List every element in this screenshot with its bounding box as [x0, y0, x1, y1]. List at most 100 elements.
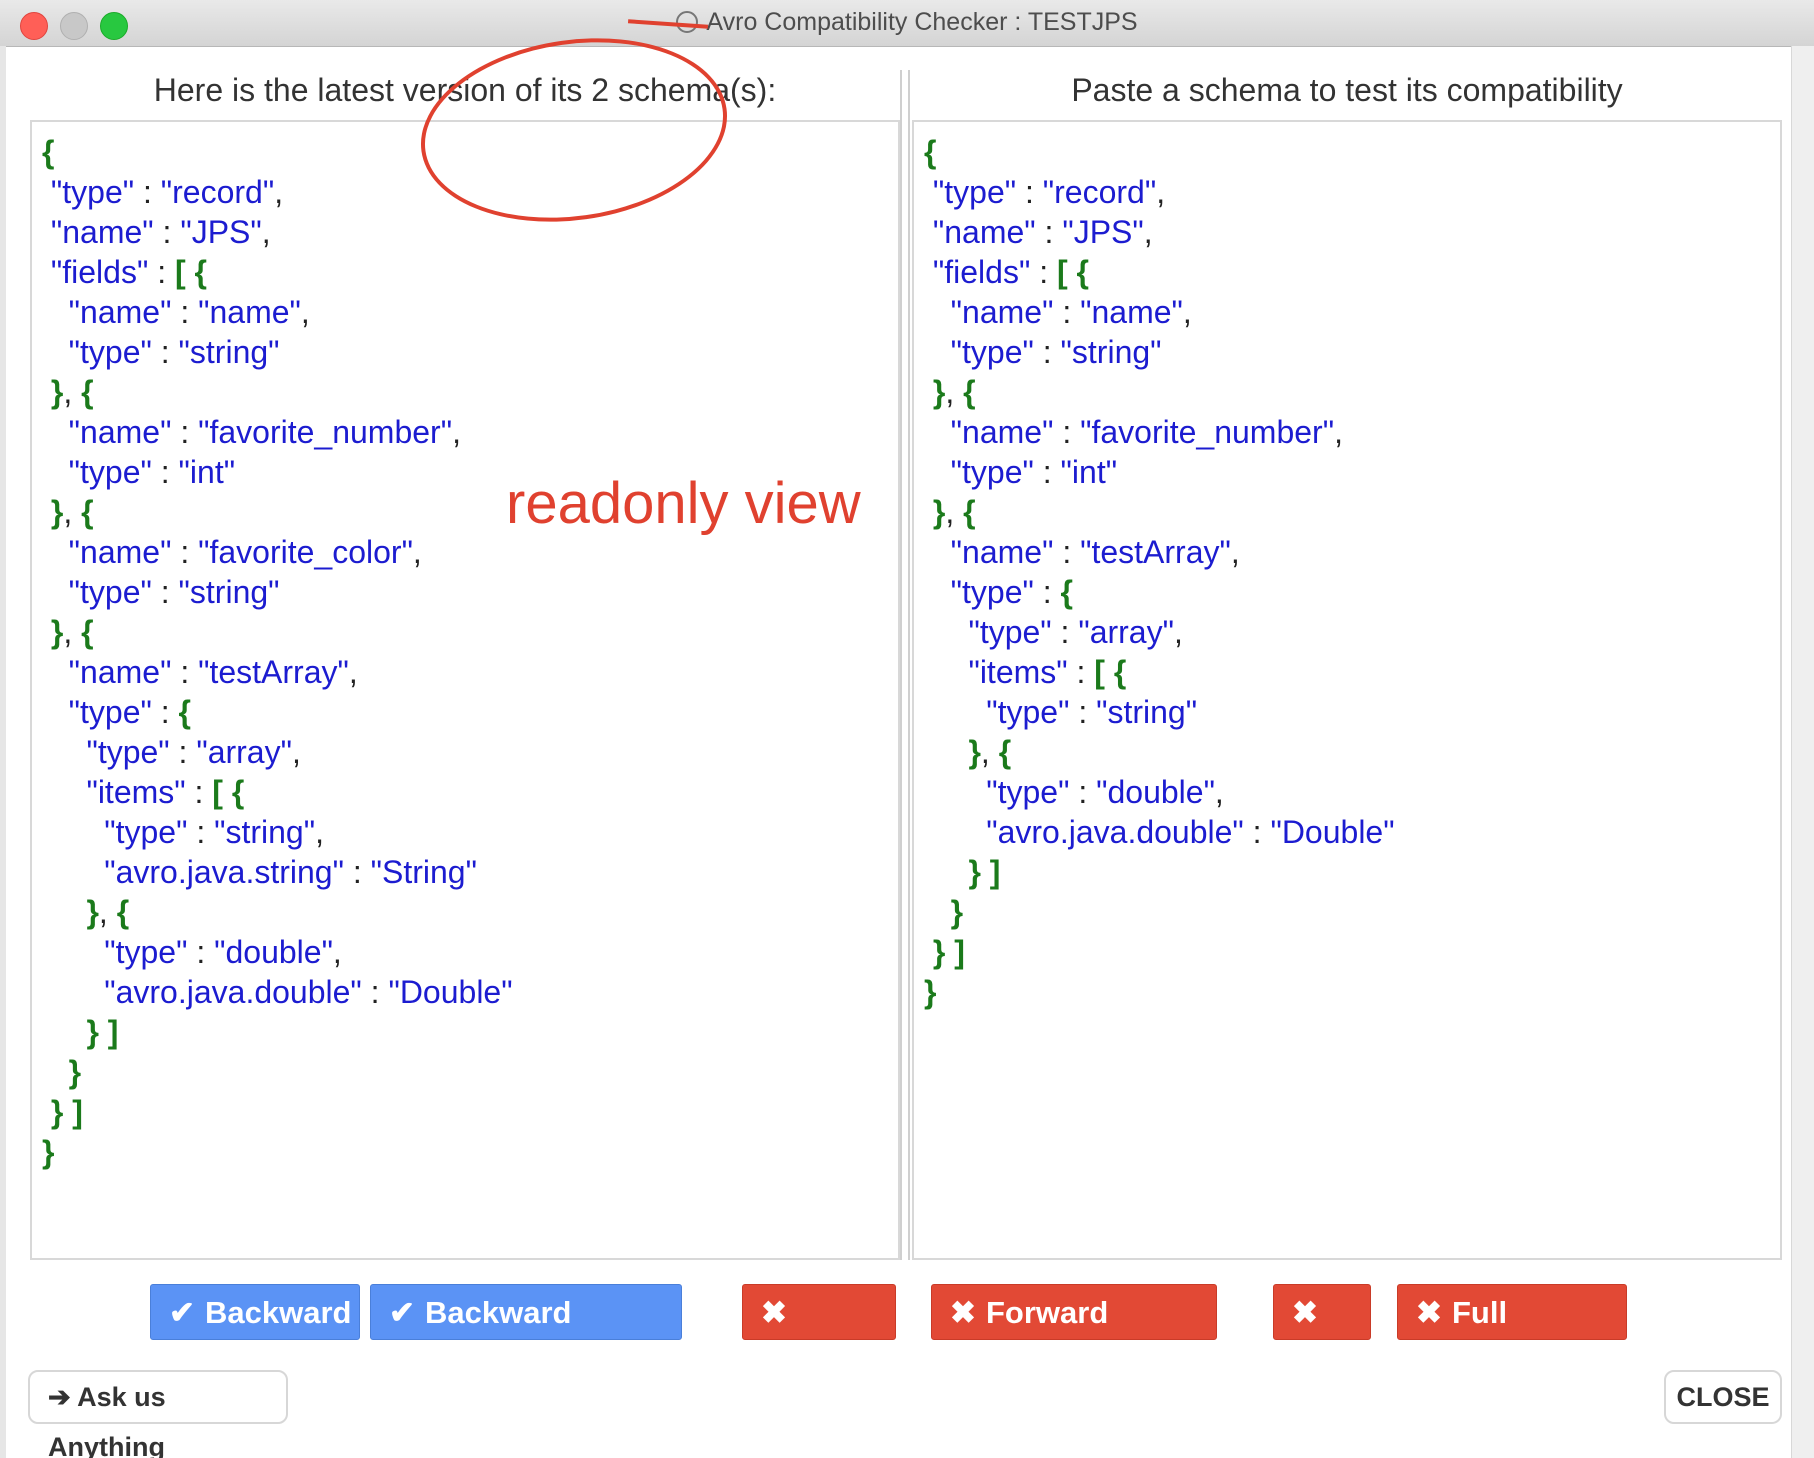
code-line: "type" : "double",	[924, 772, 1395, 812]
code-line: "type" : "array",	[924, 612, 1395, 652]
code-token: "type"	[50, 174, 135, 210]
code-line: }	[42, 1052, 513, 1092]
code-token: "name"	[198, 294, 301, 330]
code-token: :	[1033, 574, 1061, 610]
code-line: "name" : "JPS",	[924, 212, 1395, 252]
code-token: {	[1060, 574, 1073, 610]
code-token: }	[86, 894, 99, 930]
code-line: "name" : "JPS",	[42, 212, 513, 252]
code-token: "record"	[1042, 174, 1157, 210]
code-token: :	[171, 534, 199, 570]
window-title-wrap: Avro Compatibility Checker : TESTJPS	[0, 8, 1814, 37]
code-token: "int"	[1060, 454, 1118, 490]
code-token: "JPS"	[180, 214, 262, 250]
forward-transitive-button[interactable]: ✖ Forward Transitive	[931, 1284, 1217, 1386]
code-token: :	[169, 734, 197, 770]
code-token: "double"	[1096, 774, 1215, 810]
code-token: "string"	[1096, 694, 1198, 730]
code-line: {	[924, 132, 1395, 172]
code-token: ,	[332, 934, 342, 970]
code-line: "type" : {	[42, 692, 513, 732]
forward-button[interactable]: ✖ Forward	[742, 1284, 896, 1386]
code-line: "type" : "string"	[924, 332, 1395, 372]
code-token: "type"	[950, 454, 1034, 490]
code-token: "string"	[1060, 334, 1162, 370]
right-code-block[interactable]: { "type" : "record", "name" : "JPS", "fi…	[924, 132, 1395, 1012]
code-token: ,	[945, 494, 964, 530]
code-line: }, {	[924, 732, 1395, 772]
code-line: "type" : "string"	[42, 332, 513, 372]
code-token: ,	[1214, 774, 1224, 810]
backward-transitive-button[interactable]: ✔ Backward Transitive	[370, 1284, 682, 1386]
code-token: } ]	[86, 1014, 119, 1050]
code-token: "Double"	[388, 974, 513, 1010]
code-token: "items"	[968, 654, 1068, 690]
code-token: ,	[1182, 294, 1192, 330]
code-line: "fields" : [ {	[924, 252, 1395, 292]
code-token: ,	[1334, 414, 1343, 450]
code-token: "items"	[86, 774, 186, 810]
code-token: }	[50, 494, 64, 530]
code-token: :	[187, 814, 215, 850]
ask-us-anything-button[interactable]: ➔ Ask us Anything	[28, 1370, 288, 1458]
code-token: "Double"	[1270, 814, 1395, 850]
code-token: "name"	[68, 654, 172, 690]
code-token: ,	[1230, 534, 1240, 570]
code-token: :	[1030, 254, 1057, 290]
code-token: "string"	[178, 574, 280, 610]
readonly-schema-editor: { "type" : "record", "name" : "JPS", "fi…	[30, 120, 900, 1260]
code-token: :	[187, 934, 215, 970]
code-token: "favorite_number"	[1080, 414, 1335, 450]
code-token: "record"	[160, 174, 275, 210]
code-line: }, {	[42, 372, 513, 412]
code-token: :	[1033, 454, 1061, 490]
code-token: :	[153, 214, 181, 250]
close-button[interactable]: CLOSE	[1664, 1370, 1782, 1424]
full-button[interactable]: ✖ Full	[1273, 1284, 1371, 1386]
full-transitive-button[interactable]: ✖ Full Transitive	[1397, 1284, 1627, 1386]
code-token: {	[116, 894, 130, 930]
code-token: ,	[1143, 214, 1153, 250]
code-token: "favorite_number"	[198, 414, 453, 450]
code-line: }, {	[924, 492, 1395, 532]
code-token: {	[81, 614, 94, 650]
code-token: }	[68, 1054, 82, 1090]
code-line: "name" : "name",	[42, 292, 513, 332]
test-schema-editor[interactable]: { "type" : "record", "name" : "JPS", "fi…	[912, 120, 1782, 1260]
code-line: "items" : [ {	[924, 652, 1395, 692]
left-code-block: { "type" : "record", "name" : "JPS", "fi…	[42, 132, 513, 1172]
code-line: "avro.java.string" : "String"	[42, 852, 513, 892]
code-token: ,	[261, 214, 271, 250]
code-token: }	[932, 494, 946, 530]
code-token: ,	[63, 374, 82, 410]
code-line: } ]	[42, 1092, 513, 1132]
code-line: "name" : "testArray",	[42, 652, 513, 692]
arrow-right-icon: ➔	[48, 1382, 71, 1412]
title-bar: Avro Compatibility Checker : TESTJPS	[0, 0, 1814, 47]
code-token: [ {	[174, 254, 207, 290]
window-right-edge	[1791, 46, 1814, 1458]
backward-button[interactable]: ✔ Backward	[150, 1284, 360, 1340]
code-line: "type" : "string"	[924, 692, 1395, 732]
code-token: :	[1051, 614, 1079, 650]
panel-divider[interactable]	[900, 70, 902, 1260]
code-token: [ {	[212, 774, 245, 810]
code-line: } ]	[924, 932, 1395, 972]
code-token: "type"	[68, 694, 152, 730]
code-line: "type" : {	[924, 572, 1395, 612]
